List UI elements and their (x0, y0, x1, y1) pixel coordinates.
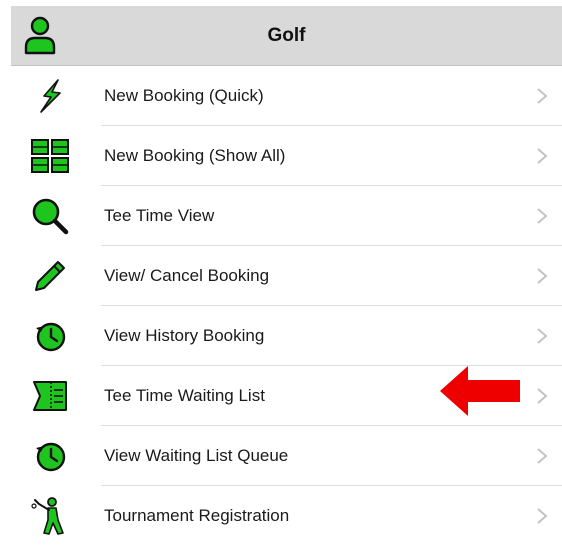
chevron-right-icon (537, 88, 548, 104)
menu-item-view-cancel-booking[interactable]: View/ Cancel Booking (0, 246, 562, 306)
chevron-right-icon (537, 328, 548, 344)
page-title: Golf (267, 25, 306, 46)
grid-icon (30, 138, 70, 174)
chevron-right-icon (537, 448, 548, 464)
chevron-right-icon (537, 208, 548, 224)
chevron-right-icon (537, 268, 548, 284)
ticket-list-icon (30, 378, 70, 414)
clock-history-icon (30, 318, 70, 354)
chevron-right-icon (537, 388, 548, 404)
menu-list: New Booking (Quick) New Booking (Show Al… (0, 66, 562, 546)
menu-item-tee-time-view[interactable]: Tee Time View (0, 186, 562, 246)
menu-item-view-waiting-list-queue[interactable]: View Waiting List Queue (0, 426, 562, 486)
chevron-right-icon (537, 148, 548, 164)
menu-item-label: View/ Cancel Booking (104, 266, 270, 285)
lightning-icon (30, 78, 70, 114)
menu-item-label: View Waiting List Queue (104, 446, 289, 465)
menu-item-new-booking-quick[interactable]: New Booking (Quick) (0, 66, 562, 126)
red-arrow-left-icon (440, 366, 520, 416)
menu-item-new-booking-show-all[interactable]: New Booking (Show All) (0, 126, 562, 186)
clock-queue-icon (30, 438, 70, 474)
menu-item-label: New Booking (Show All) (104, 146, 286, 165)
chevron-right-icon (537, 508, 548, 524)
header-bar: Golf (11, 6, 562, 66)
menu-item-label: Tournament Registration (104, 506, 290, 525)
menu-item-tournament-registration[interactable]: Tournament Registration (0, 486, 562, 546)
search-icon (30, 198, 70, 235)
menu-item-label: Tee Time View (104, 206, 215, 225)
menu-item-label: Tee Time Waiting List (104, 386, 265, 405)
pencil-icon (30, 258, 70, 294)
golfer-icon (30, 497, 70, 535)
menu-item-label: View History Booking (104, 326, 265, 345)
menu-item-label: New Booking (Quick) (104, 86, 264, 105)
menu-item-view-history-booking[interactable]: View History Booking (0, 306, 562, 366)
